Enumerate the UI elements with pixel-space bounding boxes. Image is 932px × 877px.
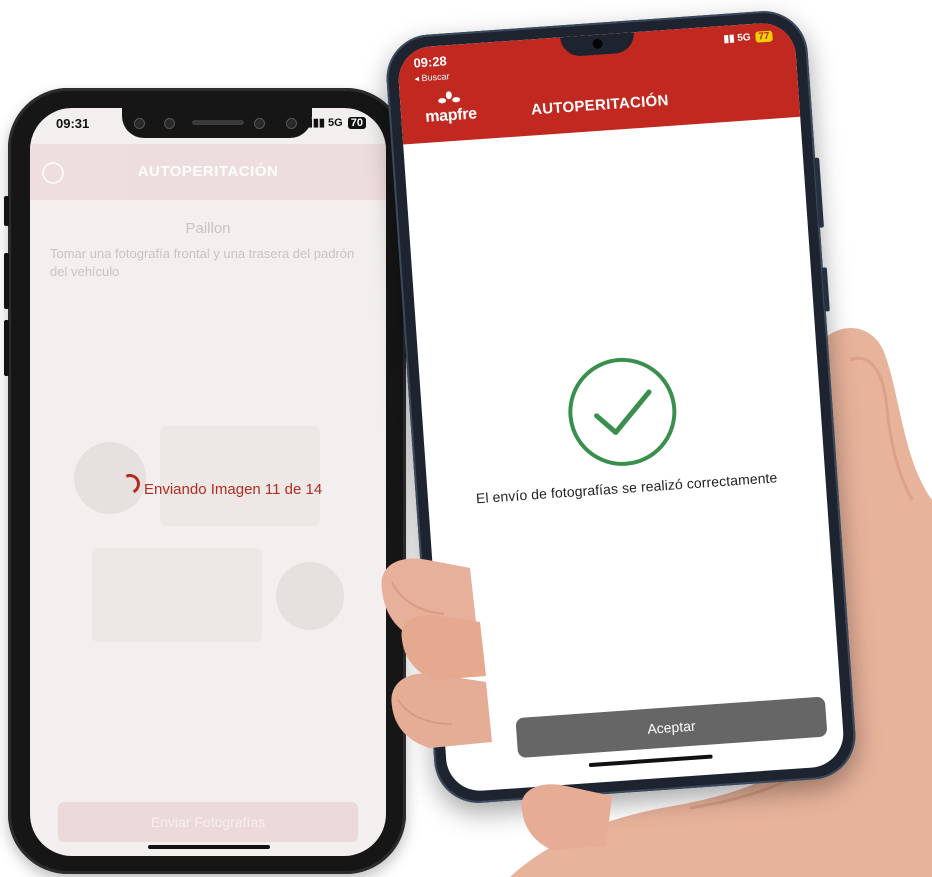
right-phone-notch: [560, 32, 636, 58]
accept-button[interactable]: Aceptar: [515, 696, 828, 759]
signal-icon: ▮▮: [723, 33, 735, 45]
status-time: 09:28: [412, 53, 448, 71]
battery-icon: 77: [755, 30, 773, 43]
header-title: AUTOPERITACIÓN: [530, 91, 670, 119]
mapfre-logo-icon: [438, 91, 461, 104]
right-phone-screen: 09:28 ◂ Buscar ▮▮ 5G 77 mapfre AUTOPERIT…: [396, 21, 846, 793]
back-to-search-link[interactable]: ◂ Buscar: [414, 71, 450, 84]
home-indicator: [588, 754, 713, 768]
success-message: El envío de fotografías se realizó corre…: [475, 469, 778, 507]
front-camera-icon: [592, 38, 603, 50]
right-phone: 09:28 ◂ Buscar ▮▮ 5G 77 mapfre AUTOPERIT…: [383, 8, 859, 806]
success-check-icon: [568, 357, 677, 466]
network-label: 5G: [736, 32, 752, 44]
status-network: ▮▮ 5G 77: [723, 30, 773, 45]
